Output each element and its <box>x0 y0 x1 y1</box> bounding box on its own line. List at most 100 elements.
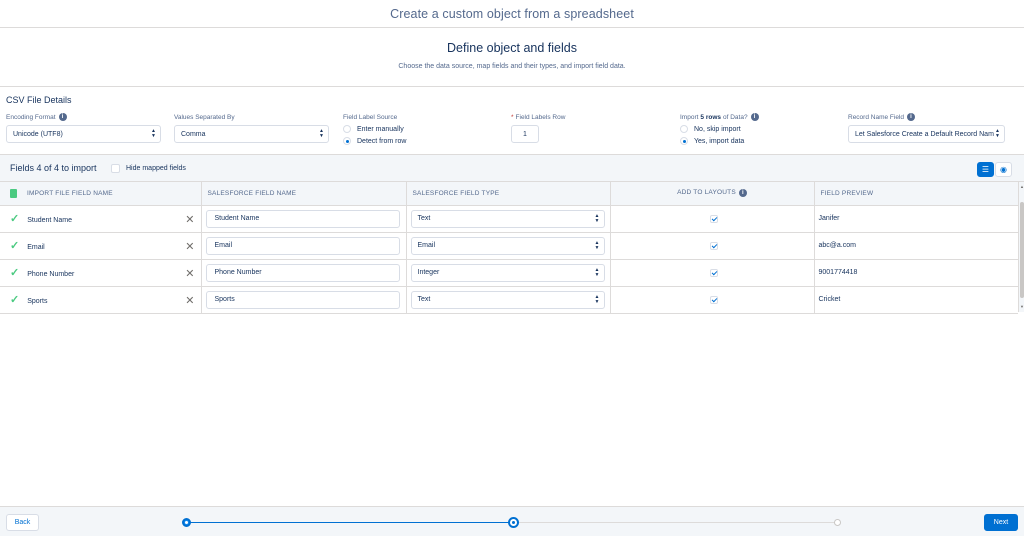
table-header-row: IMPORT FILE FIELD NAME SALESFORCE FIELD … <box>0 182 1018 206</box>
checkbox[interactable] <box>111 164 120 173</box>
scrollbar-thumb[interactable] <box>1020 202 1024 298</box>
info-icon[interactable]: i <box>750 113 759 121</box>
separator-select[interactable]: Comma ▲ ▼ <box>174 125 329 143</box>
back-button[interactable]: Back <box>6 514 39 531</box>
csv-section-title: CSV File Details <box>6 95 72 105</box>
encoding-format-value: Unicode (UTF8) <box>13 130 63 138</box>
checkmark-icon: ✓ <box>10 294 20 306</box>
salesforce-field-name-input[interactable]: Sports <box>205 290 400 309</box>
import-rows-group: Import 5 rows of Data? i No, skip import Ye… <box>680 113 830 145</box>
progress-track-complete <box>186 522 512 523</box>
info-icon[interactable]: i <box>58 113 67 121</box>
add-to-layouts-checkbox[interactable] <box>710 214 718 223</box>
preview-view-button[interactable]: ◉ <box>995 162 1012 177</box>
sf-name-cell: Student Name <box>201 205 407 233</box>
field-type-value: Email <box>417 242 436 249</box>
salesforce-field-name-input[interactable]: Student Name <box>205 209 400 228</box>
radio-label: No, skip import <box>694 125 741 133</box>
radio-skip-import[interactable]: No, skip import <box>680 125 830 133</box>
add-to-layouts-checkbox[interactable] <box>710 268 718 277</box>
record-name-select[interactable]: Let Salesforce Create a Default Record N… <box>848 125 1005 143</box>
hide-mapped-toggle[interactable]: Hide mapped fields <box>111 164 186 173</box>
table-scrollbar[interactable]: ▲ ▼ <box>1018 182 1024 312</box>
list-icon: ☰ <box>981 165 990 174</box>
column-header: SALESFORCE FIELD TYPE <box>406 182 611 206</box>
import-field-cell: ✓ Phone Number ✕ <box>0 259 202 287</box>
field-preview-cell: 9001774418 <box>814 259 1018 287</box>
label-source-label: Field Label Source <box>343 113 398 121</box>
salesforce-field-name-input[interactable]: Email <box>205 236 400 255</box>
next-button[interactable]: Next <box>984 514 1018 531</box>
import-field-cell: ✓ Sports ✕ <box>0 286 202 314</box>
radio-button-selected <box>680 137 688 145</box>
select-arrows-icon: ▲ ▼ <box>995 128 1000 139</box>
radio-label: Enter manually <box>357 125 404 133</box>
field-type-select[interactable]: Integer ▲ ▼ <box>410 263 605 282</box>
fields-toolbar: Fields 4 of 4 to import Hide mapped fiel… <box>0 154 1024 182</box>
radio-label: Yes, import data <box>694 137 745 145</box>
checkmark-icon: ✓ <box>10 267 20 279</box>
import-field-name: Phone Number <box>27 271 75 278</box>
fields-count: Fields 4 of 4 to import <box>10 163 97 173</box>
sf-type-cell: Text ▲ ▼ <box>406 205 611 233</box>
table-row: ✓ Email ✕ Email Email ▲ ▼ abc@a.com <box>0 232 1018 260</box>
remove-icon[interactable]: ✕ <box>185 267 194 280</box>
import-field-name: Sports <box>27 298 48 305</box>
sf-type-cell: Email ▲ ▼ <box>406 232 611 260</box>
remove-icon[interactable]: ✕ <box>185 294 194 307</box>
checkmark-icon: ✓ <box>10 240 20 252</box>
separator-group: Values Separated By Comma ▲ ▼ <box>174 113 329 143</box>
info-icon[interactable]: i <box>738 189 747 198</box>
labels-row-input[interactable]: 1 <box>511 125 539 143</box>
step-3-indicator[interactable] <box>834 519 841 526</box>
field-type-select[interactable]: Email ▲ ▼ <box>410 236 605 255</box>
step-1-indicator[interactable] <box>182 518 191 527</box>
select-arrows-icon: ▲ ▼ <box>319 128 324 139</box>
field-preview-cell: Janifer <box>814 205 1018 233</box>
radio-detect-from-row[interactable]: Detect from row <box>343 137 493 145</box>
radio-label: Detect from row <box>357 137 407 145</box>
required-asterisk: * <box>511 113 514 121</box>
select-arrows-icon: ▲ ▼ <box>594 266 600 278</box>
list-view-button[interactable]: ☰ <box>977 162 994 177</box>
encoding-format-select[interactable]: Unicode (UTF8) ▲ ▼ <box>6 125 161 143</box>
wizard-footer: Back Next <box>0 506 1024 536</box>
salesforce-field-name-input[interactable]: Phone Number <box>205 263 400 282</box>
field-type-select[interactable]: Text ▲ ▼ <box>410 290 605 309</box>
radio-enter-manually[interactable]: Enter manually <box>343 125 493 133</box>
sf-type-cell: Text ▲ ▼ <box>406 286 611 314</box>
add-to-layouts-checkbox[interactable] <box>710 241 718 250</box>
import-rows-label-suffix: of Data? <box>723 113 748 121</box>
separator-value: Comma <box>181 130 206 138</box>
field-type-value: Integer <box>417 269 440 276</box>
step-2-indicator[interactable] <box>508 517 519 528</box>
page-heading: Define object and fields Choose the data… <box>0 41 1024 70</box>
remove-icon[interactable]: ✕ <box>185 240 194 253</box>
radio-button-selected <box>343 137 351 145</box>
radio-import-data[interactable]: Yes, import data <box>680 137 830 145</box>
select-arrows-icon: ▲ ▼ <box>594 239 600 251</box>
column-header: SALESFORCE FIELD NAME <box>201 182 407 206</box>
labels-row-group: * Field Labels Row 1 <box>511 113 611 143</box>
import-rows-label: Import <box>680 113 699 121</box>
table-row: ✓ Phone Number ✕ Phone Number Integer ▲ ▼ 90017… <box>0 259 1018 287</box>
labels-row-label: Field Labels Row <box>515 113 566 121</box>
page-subtitle: Choose the data source, map fields and t… <box>398 63 626 70</box>
field-type-select[interactable]: Text ▲ ▼ <box>410 209 605 228</box>
import-rows-count: 5 rows <box>700 113 722 121</box>
info-icon[interactable]: i <box>907 113 915 121</box>
field-preview-cell: Cricket <box>814 286 1018 314</box>
column-header: IMPORT FILE FIELD NAME <box>0 182 202 206</box>
remove-icon[interactable]: ✕ <box>185 213 194 226</box>
import-field-name: Email <box>27 244 45 251</box>
hide-mapped-label: Hide mapped fields <box>126 165 186 172</box>
scroll-down-icon[interactable]: ▼ <box>1020 304 1024 309</box>
select-arrows-icon: ▲ ▼ <box>151 128 156 139</box>
sf-type-cell: Integer ▲ ▼ <box>406 259 611 287</box>
encoding-format-group: Encoding Format i Unicode (UTF8) ▲ ▼ <box>6 113 161 143</box>
select-arrows-icon: ▲ ▼ <box>594 212 600 224</box>
scroll-up-icon[interactable]: ▲ <box>1020 184 1024 189</box>
sf-name-cell: Email <box>201 232 407 260</box>
add-to-layouts-checkbox[interactable] <box>710 295 718 304</box>
add-to-layouts-cell <box>610 232 815 260</box>
